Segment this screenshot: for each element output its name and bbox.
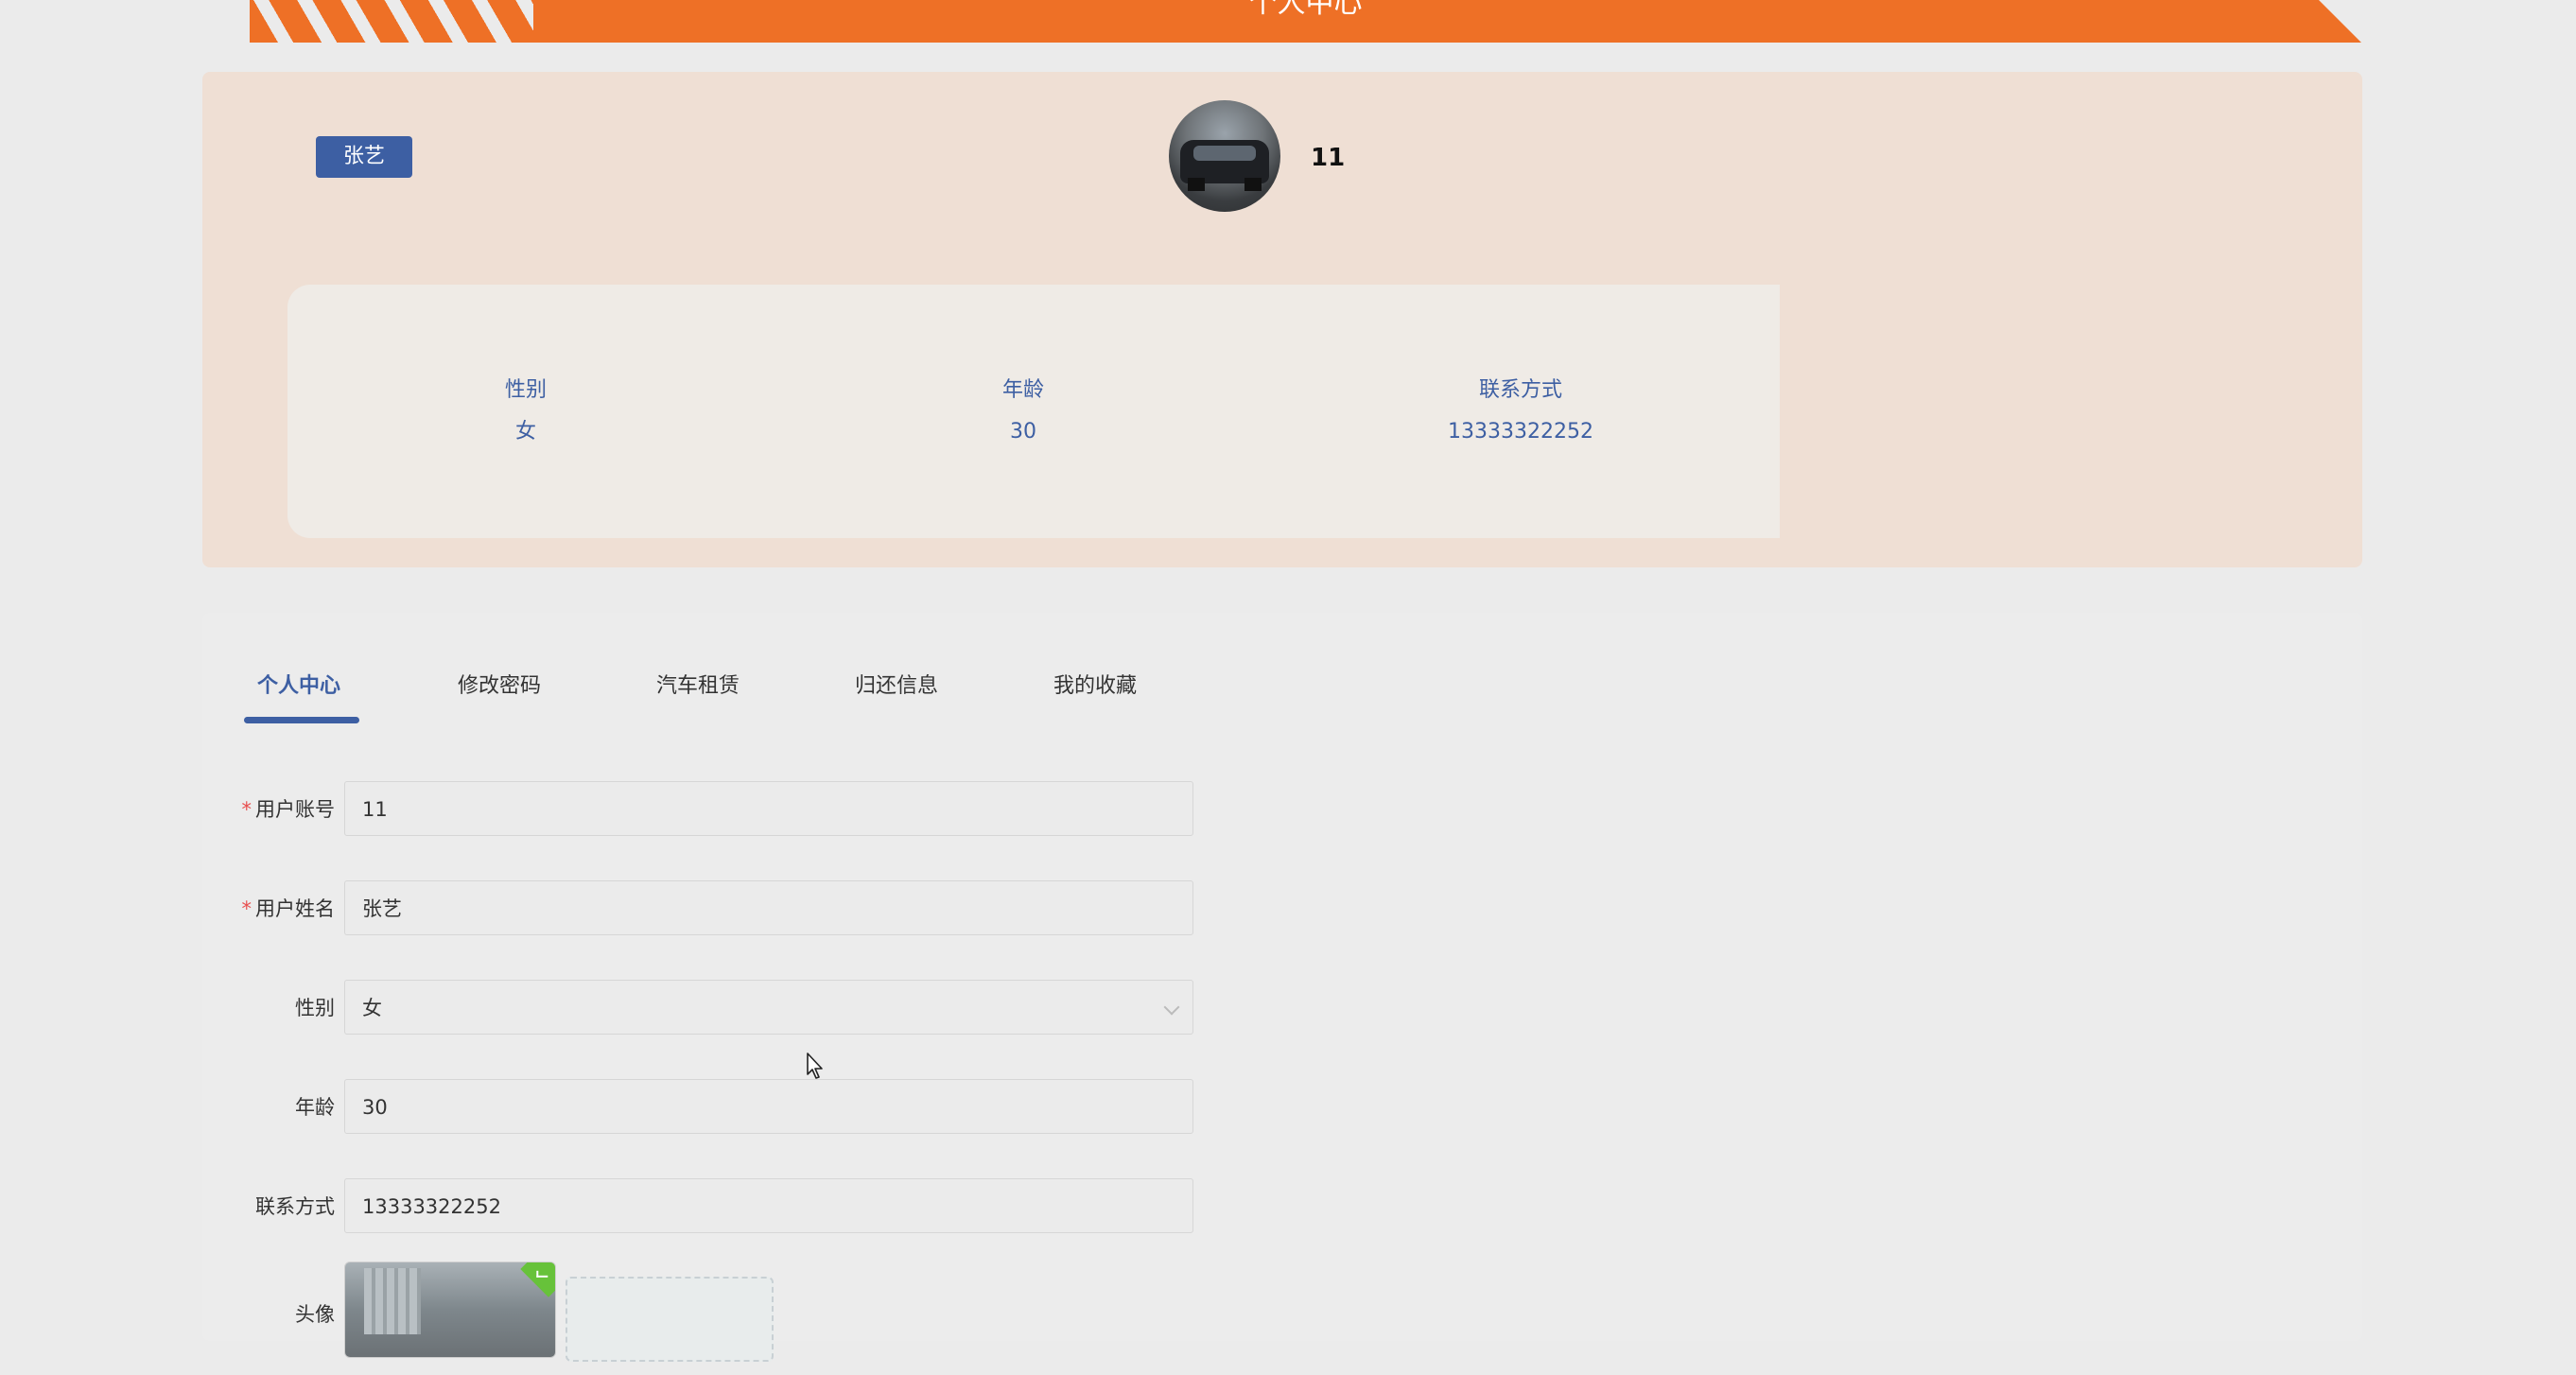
- phone-field[interactable]: 13333322252: [344, 1178, 1193, 1233]
- account-field-label: * 用户账号: [241, 798, 336, 821]
- image-preview-icon: [364, 1268, 421, 1334]
- mouse-cursor-icon: [807, 1053, 823, 1079]
- car-image-icon: [1180, 140, 1269, 191]
- age-field-label: 年龄: [295, 1096, 335, 1119]
- form-row-phone: 联系方式 13333322252: [202, 1178, 1432, 1235]
- info-phone-value: 13333322252: [1448, 420, 1593, 444]
- chevron-down-icon[interactable]: [1163, 999, 1180, 1016]
- upload-add-button[interactable]: [566, 1277, 774, 1362]
- account-field[interactable]: 11: [344, 781, 1193, 836]
- info-age: 年龄 30: [976, 374, 1070, 448]
- tab-change-password[interactable]: 修改密码: [458, 658, 541, 715]
- page-title: 个人中心: [1248, 0, 1363, 20]
- avatar-field-label: 头像: [295, 1303, 335, 1326]
- required-mark: *: [241, 798, 252, 821]
- info-gender-value: 女: [514, 420, 536, 444]
- gender-select[interactable]: 女: [344, 980, 1193, 1035]
- required-mark: *: [241, 897, 252, 920]
- avatar: [1169, 100, 1280, 212]
- info-age-label: 年龄: [1001, 378, 1044, 402]
- info-card: 性别 女 年龄 30 联系方式 13333322252: [287, 285, 1780, 538]
- info-gender-label: 性别: [504, 378, 547, 402]
- name-field[interactable]: 张艺: [344, 880, 1193, 935]
- info-phone: 联系方式 13333322252: [1388, 374, 1653, 448]
- profile-summary-panel: 张艺 11 性别 女 年龄 30 联系方式 13333322252: [202, 72, 2362, 567]
- info-age-value: 30: [1010, 420, 1036, 444]
- form-row-age: 年龄 30: [202, 1079, 1432, 1136]
- tab-personal-center[interactable]: 个人中心: [257, 658, 340, 715]
- tab-car-rental[interactable]: 汽车租赁: [656, 658, 740, 715]
- info-phone-label: 联系方式: [1478, 378, 1562, 402]
- tab-favorites[interactable]: 我的收藏: [1053, 658, 1137, 715]
- tab-return-info[interactable]: 归还信息: [855, 658, 938, 715]
- gender-field-label: 性别: [295, 997, 335, 1019]
- user-name-tag[interactable]: 张艺: [316, 136, 412, 178]
- page-header-banner: 个人中心: [250, 0, 2361, 43]
- form-row-account: * 用户账号 11: [202, 781, 1432, 838]
- upload-success-icon: [520, 1262, 555, 1297]
- info-gender: 性别 女: [479, 374, 573, 448]
- name-field-label: * 用户姓名: [241, 897, 336, 920]
- form-row-name: * 用户姓名 张艺: [202, 880, 1432, 937]
- age-field[interactable]: 30: [344, 1079, 1193, 1134]
- form-row-gender: 性别 女: [202, 980, 1432, 1036]
- account-label: 11: [1311, 144, 1346, 172]
- gender-select-value: 女: [362, 997, 382, 1019]
- active-tab-indicator: [244, 717, 359, 723]
- profile-form-panel: 个人中心 修改密码 汽车租赁 归还信息 我的收藏 * 用户账号 11 * 用户姓名 …: [202, 613, 2362, 1362]
- phone-field-label: 联系方式: [255, 1195, 335, 1218]
- form-row-avatar: 头像: [202, 1262, 1432, 1375]
- uploaded-avatar-thumbnail[interactable]: [344, 1262, 556, 1358]
